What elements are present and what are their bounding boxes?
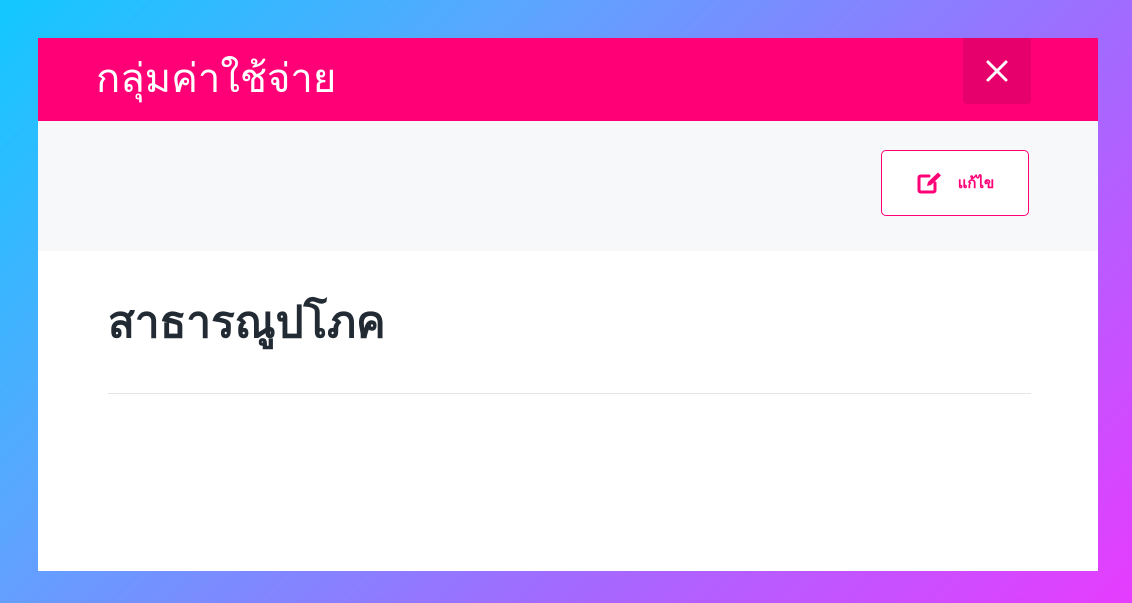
modal-header: กลุ่มค่าใช้จ่าย bbox=[38, 38, 1098, 121]
modal-toolbar: แก้ไข bbox=[38, 121, 1098, 251]
divider bbox=[108, 393, 1031, 394]
edit-button-label: แก้ไข bbox=[957, 174, 995, 192]
modal-content: สาธารณูปโภค bbox=[38, 251, 1098, 571]
close-button[interactable] bbox=[963, 38, 1031, 104]
edit-button[interactable]: แก้ไข bbox=[881, 150, 1029, 216]
modal-dialog: กลุ่มค่าใช้จ่าย แก้ไข สาธารณูปโภค bbox=[38, 38, 1098, 571]
modal-title: กลุ่มค่าใช้จ่าย bbox=[96, 56, 337, 102]
edit-icon bbox=[916, 171, 944, 195]
close-icon bbox=[985, 59, 1009, 83]
group-name: สาธารณูปโภค bbox=[108, 297, 386, 348]
